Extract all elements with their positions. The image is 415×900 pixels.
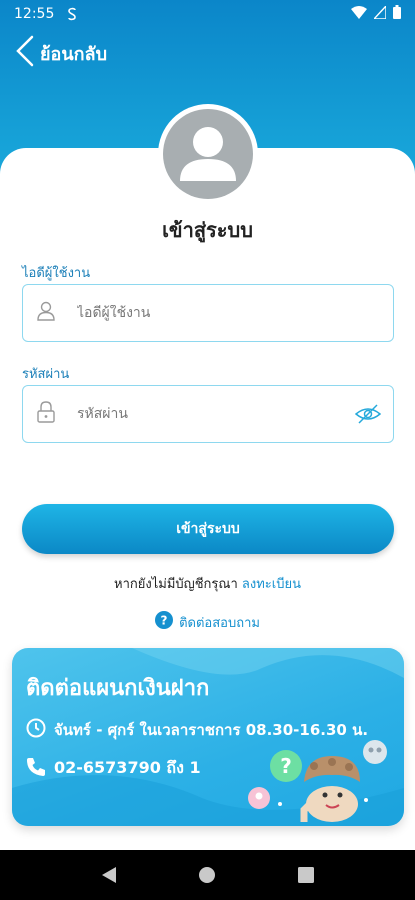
login-button[interactable]: เข้าสู่ระบบ <box>22 504 394 554</box>
wifi-icon <box>351 5 367 23</box>
username-label: ไอดีผู้ใช้งาน <box>22 266 91 281</box>
contact-phone-text: 02-6573790 ถึง 1 <box>54 758 201 777</box>
signal-icon <box>372 3 387 23</box>
contact-link-label: ติดต่อสอบถาม <box>179 615 260 631</box>
register-prompt: หากยังไม่มีบัญชีกรุณา <box>114 577 238 592</box>
lock-icon <box>37 401 55 427</box>
eye-off-icon[interactable] <box>354 402 382 430</box>
password-field[interactable] <box>22 385 394 443</box>
avatar-placeholder-icon <box>163 109 253 199</box>
register-prompt-line: หากยังไม่มีบัญชีกรุณา ลงทะเบียน <box>0 573 415 594</box>
contact-card-title: ติดต่อแผนกเงินฝาก <box>26 676 210 701</box>
back-button[interactable]: ย้อนกลับ <box>14 35 108 72</box>
back-label: ย้อนกลับ <box>40 43 108 65</box>
clock-icon <box>26 718 46 742</box>
contact-hours: จันทร์ - ศุกร์ ในเวลาราชการ 08.30-16.30 … <box>26 718 368 742</box>
contact-link[interactable]: ? ติดต่อสอบถาม <box>0 611 415 633</box>
chevron-left-icon <box>14 35 34 72</box>
username-input[interactable] <box>77 305 327 321</box>
password-input[interactable] <box>77 406 327 422</box>
status-icons <box>351 3 401 23</box>
mascot-illustration: ? <box>248 740 387 822</box>
page-title: เข้าสู่ระบบ <box>162 218 253 242</box>
nav-back-button[interactable] <box>94 860 124 890</box>
svg-text:?: ? <box>280 754 292 778</box>
sim-status-icon <box>66 7 78 21</box>
battery-icon <box>393 5 401 23</box>
username-field[interactable] <box>22 284 394 342</box>
register-link[interactable]: ลงทะเบียน <box>242 577 301 592</box>
phone-icon <box>26 757 46 781</box>
svg-text:?: ? <box>161 614 168 628</box>
system-navigation-bar <box>0 850 415 900</box>
user-icon <box>37 301 55 325</box>
avatar <box>158 104 258 204</box>
question-circle-icon: ? <box>155 611 174 633</box>
contact-hours-text: จันทร์ - ศุกร์ ในเวลาราชการ 08.30-16.30 … <box>54 721 369 739</box>
nav-home-button[interactable] <box>192 860 222 890</box>
password-label: รหัสผ่าน <box>22 367 70 382</box>
contact-card: ติดต่อแผนกเงินฝาก จันทร์ - ศุกร์ ในเวลาร… <box>12 648 404 826</box>
status-time: 12:55 <box>14 6 55 22</box>
nav-recents-button[interactable] <box>291 860 321 890</box>
contact-phone[interactable]: 02-6573790 ถึง 1 <box>26 756 201 781</box>
status-bar: 12:55 <box>0 0 415 28</box>
